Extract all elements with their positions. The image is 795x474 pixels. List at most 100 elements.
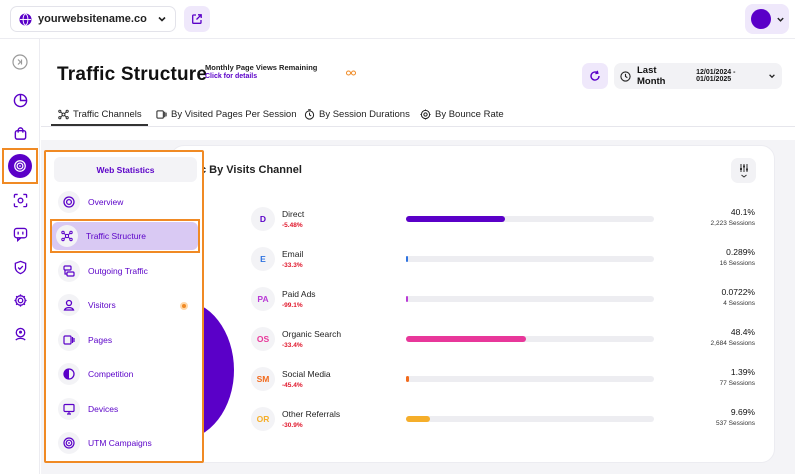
channel-share-fill: [406, 216, 506, 222]
menu-item-utm-campaigns[interactable]: UTM Campaigns: [54, 430, 197, 456]
channel-name: Email: [282, 249, 304, 259]
tab-session-durations[interactable]: By Session Durations: [304, 102, 410, 126]
date-preset-label: Last Month: [637, 65, 666, 87]
filter-button[interactable]: [731, 158, 756, 183]
page-header: [41, 40, 795, 140]
user-pin-icon[interactable]: [10, 324, 30, 344]
open-website-button[interactable]: [184, 6, 210, 32]
tab-bounce-rate[interactable]: By Bounce Rate: [420, 102, 504, 126]
chat-icon[interactable]: [10, 224, 30, 244]
channel-percentage: 0.0722%: [721, 287, 755, 297]
channel-percentage: 1.39%: [730, 367, 755, 377]
channel-share-bar: [406, 336, 654, 342]
timer-icon: [304, 108, 315, 120]
gear-icon[interactable]: [10, 290, 30, 310]
menu-item-label: Outgoing Traffic: [88, 266, 148, 276]
menu-item-label: Devices: [88, 404, 119, 414]
section-menu-header: Web Statistics: [54, 157, 197, 182]
globe-icon: [19, 12, 32, 26]
chevron-down-icon: [157, 14, 167, 24]
channel-badge: E: [251, 247, 275, 271]
tab-visited-pages[interactable]: By Visited Pages Per Session: [156, 102, 297, 126]
scan-icon[interactable]: [10, 190, 30, 210]
account-menu-button[interactable]: [745, 4, 789, 34]
channel-share-fill: [406, 336, 527, 342]
page-views-title: Monthly Page Views Remaining: [205, 63, 318, 72]
card-title: c By Visits Channel: [200, 164, 302, 176]
menu-item-label: Overview: [88, 197, 124, 207]
chart-pie-icon[interactable]: [10, 90, 30, 110]
menu-item-competition[interactable]: Competition: [54, 361, 197, 387]
channel-badge: SM: [251, 367, 275, 391]
bounce-icon: [420, 108, 431, 120]
channel-share-bar: [406, 216, 654, 222]
channel-sessions: 537 Sessions: [715, 420, 755, 427]
channel-percentage: 0.289%: [726, 247, 755, 257]
menu-item-devices[interactable]: Devices: [54, 396, 197, 422]
tab-label: By Session Durations: [319, 108, 410, 120]
channel-share-bar: [406, 296, 654, 302]
tabs-divider: [41, 126, 795, 127]
channel-change: -45.4%: [282, 382, 303, 389]
menu-highlight-frame: [50, 219, 200, 253]
outgoing-icon: [58, 260, 80, 282]
avatar: [751, 9, 771, 29]
channel-share-fill: [406, 256, 408, 262]
date-range-label: 12/01/2024 - 01/01/2025: [696, 69, 736, 83]
shopping-bag-icon[interactable]: [10, 123, 30, 143]
channel-share-bar: [406, 416, 654, 422]
menu-item-overview[interactable]: Overview: [54, 189, 197, 215]
pages-icon: [58, 329, 80, 351]
channel-share-bar: [406, 376, 654, 382]
campaign-icon: [58, 432, 80, 454]
channel-name: Social Media: [282, 369, 331, 379]
channel-name: Direct: [282, 209, 305, 219]
channel-share-bar: [406, 256, 654, 262]
channel-percentage: 40.1%: [730, 207, 755, 217]
menu-item-outgoing-traffic[interactable]: Outgoing Traffic: [54, 258, 197, 284]
clock-icon: [620, 70, 631, 82]
date-range-picker[interactable]: Last Month 12/01/2024 - 01/01/2025: [614, 63, 782, 89]
tab-label: By Bounce Rate: [435, 108, 504, 120]
channel-change: -5.48%: [282, 222, 303, 229]
target-icon: [58, 191, 80, 213]
shield-icon[interactable]: [10, 257, 30, 277]
menu-item-label: UTM Campaigns: [88, 438, 152, 448]
tab-traffic-channels[interactable]: Traffic Channels: [58, 102, 142, 126]
menu-item-pages[interactable]: Pages: [54, 327, 197, 353]
page-title: Traffic Structure: [57, 64, 208, 85]
page-views-indicator: [346, 70, 356, 76]
menu-item-visitors[interactable]: Visitors: [54, 292, 197, 318]
channel-share-fill: [406, 416, 431, 422]
notification-dot: [180, 302, 188, 310]
website-selector[interactable]: yourwebsitename.co: [10, 6, 176, 32]
channel-badge: OS: [251, 327, 275, 351]
top-bar: yourwebsitename.co: [0, 0, 795, 39]
channel-badge: D: [251, 207, 275, 231]
channel-sessions: 4 Sessions: [723, 300, 755, 307]
channel-sessions: 2,684 Sessions: [710, 340, 755, 347]
channel-change: -99.1%: [282, 302, 303, 309]
external-link-icon: [191, 13, 203, 25]
channel-sessions: 77 Sessions: [719, 380, 755, 387]
channel-percentage: 9.69%: [730, 407, 755, 417]
tab-label: Traffic Channels: [73, 108, 142, 120]
chevron-down-icon: [768, 72, 776, 80]
menu-item-label: Pages: [88, 335, 113, 345]
collapse-icon[interactable]: [10, 52, 30, 72]
channel-badge: OR: [251, 407, 275, 431]
refresh-button[interactable]: [582, 63, 608, 89]
channel-change: -33.3%: [282, 262, 303, 269]
channel-sessions: 16 Sessions: [719, 260, 755, 267]
channel-change: -30.9%: [282, 422, 303, 429]
pages-icon: [156, 109, 167, 120]
tab-label: By Visited Pages Per Session: [171, 108, 297, 120]
channel-name: Organic Search: [282, 329, 342, 339]
user-icon: [58, 294, 80, 316]
monitor-icon: [58, 398, 80, 420]
refresh-icon: [589, 70, 601, 82]
traffic-icon[interactable]: [8, 154, 32, 178]
page-views-details-link[interactable]: Click for details: [205, 73, 257, 80]
channel-change: -33.4%: [282, 342, 303, 349]
chevron-down-icon: [776, 15, 785, 24]
